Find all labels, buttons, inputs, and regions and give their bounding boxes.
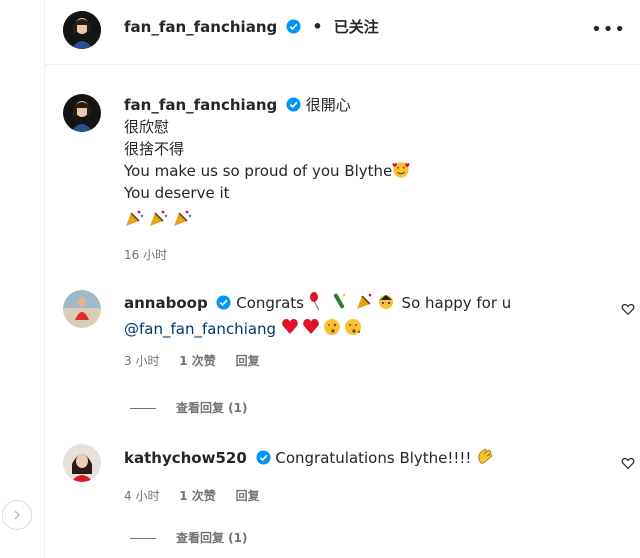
clapping-hands-icon — [478, 448, 493, 464]
replies-divider — [130, 408, 156, 409]
author-avatar[interactable] — [63, 11, 101, 49]
verified-badge-icon — [286, 97, 301, 112]
reply-button[interactable]: 回复 — [236, 354, 260, 368]
reply-button[interactable]: 回复 — [236, 489, 260, 503]
caption-line-2: 很欣慰 — [124, 118, 170, 136]
verified-badge-icon — [286, 19, 301, 34]
view-replies-annaboop[interactable]: 查看回复 (1) — [130, 399, 248, 416]
like-heart-icon[interactable] — [621, 302, 635, 316]
comment-username[interactable]: kathychow520 — [124, 449, 247, 467]
verified-badge-icon — [216, 295, 231, 310]
comment-kathychow: kathychow520 Congratulations Blythe!!!! … — [124, 446, 594, 504]
kathychow-avatar[interactable] — [63, 444, 101, 482]
caption-body: fan_fan_fanchiang 很開心 很欣慰 很捨不得 You make … — [124, 94, 564, 263]
comment-username[interactable]: annaboop — [124, 294, 208, 312]
smiling-face-hearts-icon — [392, 162, 410, 178]
comment-meta: 4 小时 1 次赞 回复 — [124, 487, 594, 504]
annaboop-avatar[interactable] — [63, 290, 101, 328]
comment-annaboop: annaboop Congrats So happy for u @fan_fa… — [124, 291, 594, 369]
comment-time[interactable]: 4 小时 — [124, 489, 159, 503]
avatar-image — [63, 11, 101, 49]
view-replies-kathychow[interactable]: 查看回复 (1) — [130, 529, 248, 546]
celebration-emojis-icon — [309, 292, 393, 311]
caption-username[interactable]: fan_fan_fanchiang — [124, 96, 277, 114]
comment-likes[interactable]: 1 次赞 — [179, 354, 216, 368]
caption-avatar[interactable] — [63, 94, 101, 132]
view-replies-label: 查看回复 (1) — [176, 531, 248, 545]
separator-dot: • — [312, 17, 323, 36]
view-replies-label: 查看回复 (1) — [176, 401, 248, 415]
caption-line-4: You make us so proud of you Blythe — [124, 162, 393, 180]
comment-mention[interactable]: @fan_fan_fanchiang — [124, 320, 276, 338]
post-header: fan_fan_fanchiang • 已关注 ••• — [45, 0, 640, 65]
replies-divider — [130, 538, 156, 539]
following-button[interactable]: 已关注 — [334, 18, 379, 36]
comment-likes[interactable]: 1 次赞 — [179, 489, 216, 503]
left-rail — [0, 0, 45, 558]
caption-timestamp[interactable]: 16 小时 — [124, 246, 564, 263]
comment-text: Congratulations Blythe!!!! — [275, 449, 472, 467]
party-popper-row — [124, 208, 564, 232]
avatar-image — [63, 290, 101, 328]
more-options-icon[interactable]: ••• — [591, 19, 626, 40]
author-username[interactable]: fan_fan_fanchiang — [124, 18, 277, 36]
chevron-right-icon — [14, 510, 21, 520]
comment-text: Congrats — [236, 294, 304, 312]
comment-time[interactable]: 3 小时 — [124, 354, 159, 368]
party-popper-icon — [126, 210, 192, 226]
avatar-image — [63, 94, 101, 132]
next-arrow-button[interactable] — [2, 500, 32, 530]
caption-line-3: 很捨不得 — [124, 140, 185, 158]
caption-line-1: 很開心 — [305, 96, 351, 114]
like-heart-icon[interactable] — [621, 456, 635, 470]
hearts-kiss-emojis-icon — [282, 319, 361, 335]
caption-line-5: You deserve it — [124, 184, 230, 202]
verified-badge-icon — [256, 450, 271, 465]
avatar-image — [63, 444, 101, 482]
comment-text-2: So happy for u — [401, 294, 512, 312]
header-line: fan_fan_fanchiang • 已关注 — [124, 16, 379, 37]
comment-meta: 3 小时 1 次赞 回复 — [124, 352, 594, 369]
comments-pane: fan_fan_fanchiang • 已关注 ••• fan_fan_fanc… — [45, 0, 640, 558]
